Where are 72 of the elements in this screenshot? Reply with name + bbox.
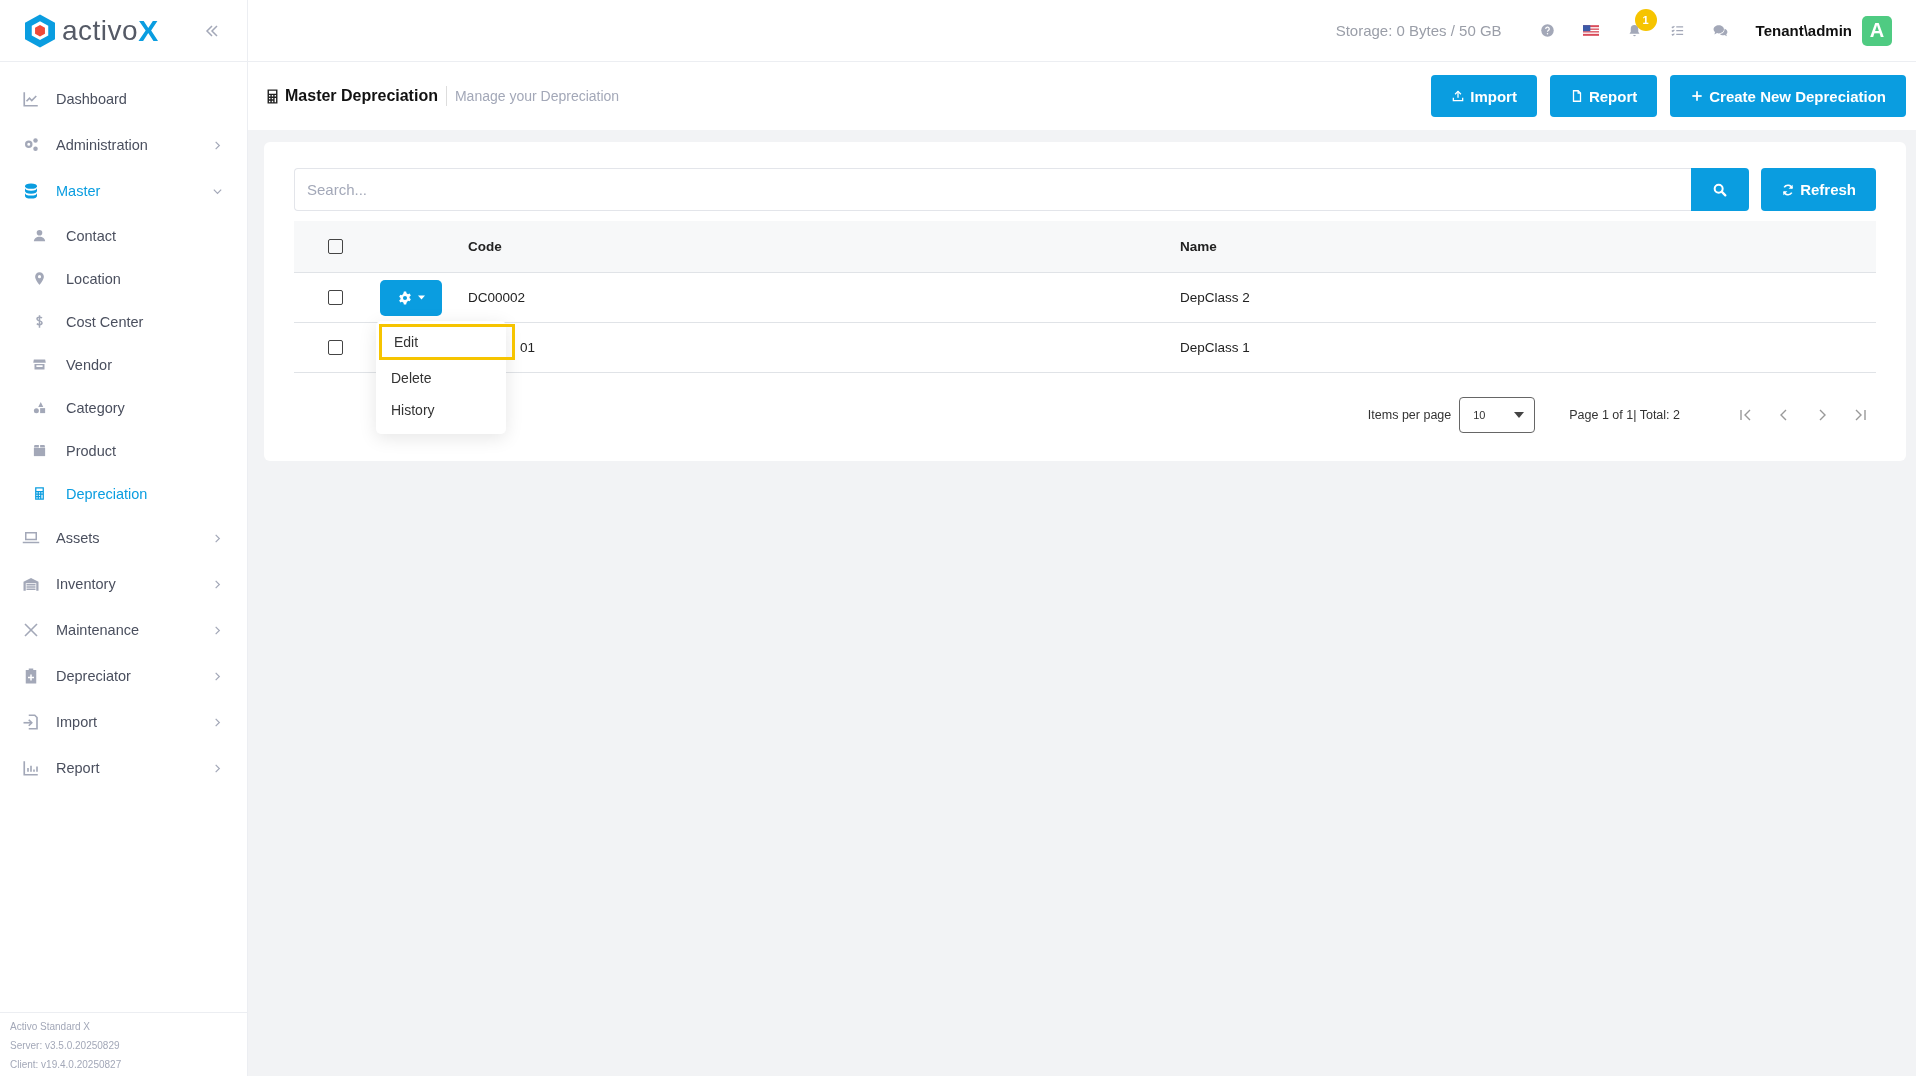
menu-item[interactable]: Edit — [379, 324, 515, 360]
file-import-icon — [22, 713, 40, 731]
user-name[interactable]: Tenant\admin — [1755, 22, 1852, 39]
caret-icon — [417, 295, 425, 300]
checkbox[interactable] — [327, 340, 343, 355]
version-text: Server: v3.5.0.20250829 — [10, 1039, 121, 1053]
bar-chart-icon — [22, 759, 40, 777]
nav-item[interactable]: Report — [0, 745, 247, 791]
search-field[interactable]: Search... — [294, 168, 1692, 211]
actions-button[interactable] — [380, 279, 442, 316]
items-per-page-label: Items per page — [1367, 408, 1452, 422]
nav-item[interactable]: Inventory — [0, 561, 247, 607]
gear-icon — [397, 290, 412, 305]
database-icon — [22, 182, 40, 200]
refresh-icon — [1781, 182, 1796, 197]
chevron-icon — [212, 139, 223, 151]
help-icon[interactable] — [1539, 23, 1555, 38]
nav-subitem[interactable]: Cost Center — [0, 300, 247, 343]
table-cell: DepClass 2 — [1180, 290, 1250, 305]
chevron-icon — [212, 532, 223, 544]
search-icon — [1712, 181, 1729, 198]
chevron-icon — [212, 578, 223, 590]
nav-item[interactable]: Import — [0, 699, 247, 745]
storage-text: Storage: 0 Bytes / 50 GB — [1335, 22, 1502, 39]
table-cell: DepClass 1 — [1180, 340, 1250, 355]
menu-item[interactable]: History — [376, 394, 506, 426]
person-icon — [32, 228, 47, 243]
chat-icon[interactable] — [1712, 23, 1728, 38]
menu-item[interactable]: Delete — [376, 362, 506, 394]
calculator-icon — [32, 486, 47, 501]
warehouse-icon — [22, 575, 40, 593]
search-button[interactable] — [1691, 168, 1750, 211]
column-header[interactable]: Name — [1180, 239, 1876, 254]
page-status: Page 1 of 1| Total: 2 — [1569, 408, 1680, 422]
checklist-icon[interactable] — [1669, 23, 1685, 38]
nav-item[interactable]: Depreciator — [0, 653, 247, 699]
page-subtitle: Manage your Depreciation — [454, 88, 620, 104]
table-cell: DC00002 — [468, 290, 526, 305]
nav-subitem[interactable]: Contact — [0, 214, 247, 257]
nav-subitem[interactable]: Product — [0, 429, 247, 472]
map-pin-icon — [32, 271, 47, 286]
upload-icon — [1451, 89, 1466, 103]
checkbox[interactable] — [327, 239, 343, 254]
table-cell: 01 — [520, 340, 536, 355]
caret-icon — [1514, 412, 1525, 418]
logo-mark: X — [138, 13, 159, 48]
page-title: Master Depreciation — [285, 87, 438, 105]
chevron-icon — [212, 762, 223, 774]
version-text: Activo Standard X — [10, 1020, 92, 1034]
flag-icon[interactable] — [1582, 25, 1599, 36]
nav-item[interactable]: Assets — [0, 515, 247, 561]
nav-item[interactable]: Maintenance — [0, 607, 247, 653]
chevron-icon — [212, 624, 223, 636]
line-chart-icon — [22, 90, 40, 108]
nav-subitem[interactable]: Vendor — [0, 343, 247, 386]
notification-badge: 1 — [1634, 9, 1657, 31]
chevron-icon — [212, 670, 223, 682]
collapse-icon[interactable] — [204, 22, 220, 39]
nav-subitem[interactable]: Category — [0, 386, 247, 429]
column-header[interactable]: Code — [468, 239, 1180, 254]
page-size-select[interactable]: 10 — [1459, 397, 1536, 433]
nav-subitem[interactable]: Location — [0, 257, 247, 300]
chevron-icon — [212, 716, 223, 728]
box-icon — [32, 443, 47, 458]
plus-icon — [1690, 89, 1705, 103]
logo-text: activo — [62, 14, 139, 47]
version-text: Client: v19.4.0.20250827 — [10, 1058, 123, 1072]
checkbox[interactable] — [327, 290, 343, 305]
store-icon — [32, 357, 47, 372]
nav-item[interactable]: Dashboard — [0, 76, 247, 122]
shapes-icon — [32, 400, 47, 415]
nav-item[interactable]: Administration — [0, 122, 247, 168]
